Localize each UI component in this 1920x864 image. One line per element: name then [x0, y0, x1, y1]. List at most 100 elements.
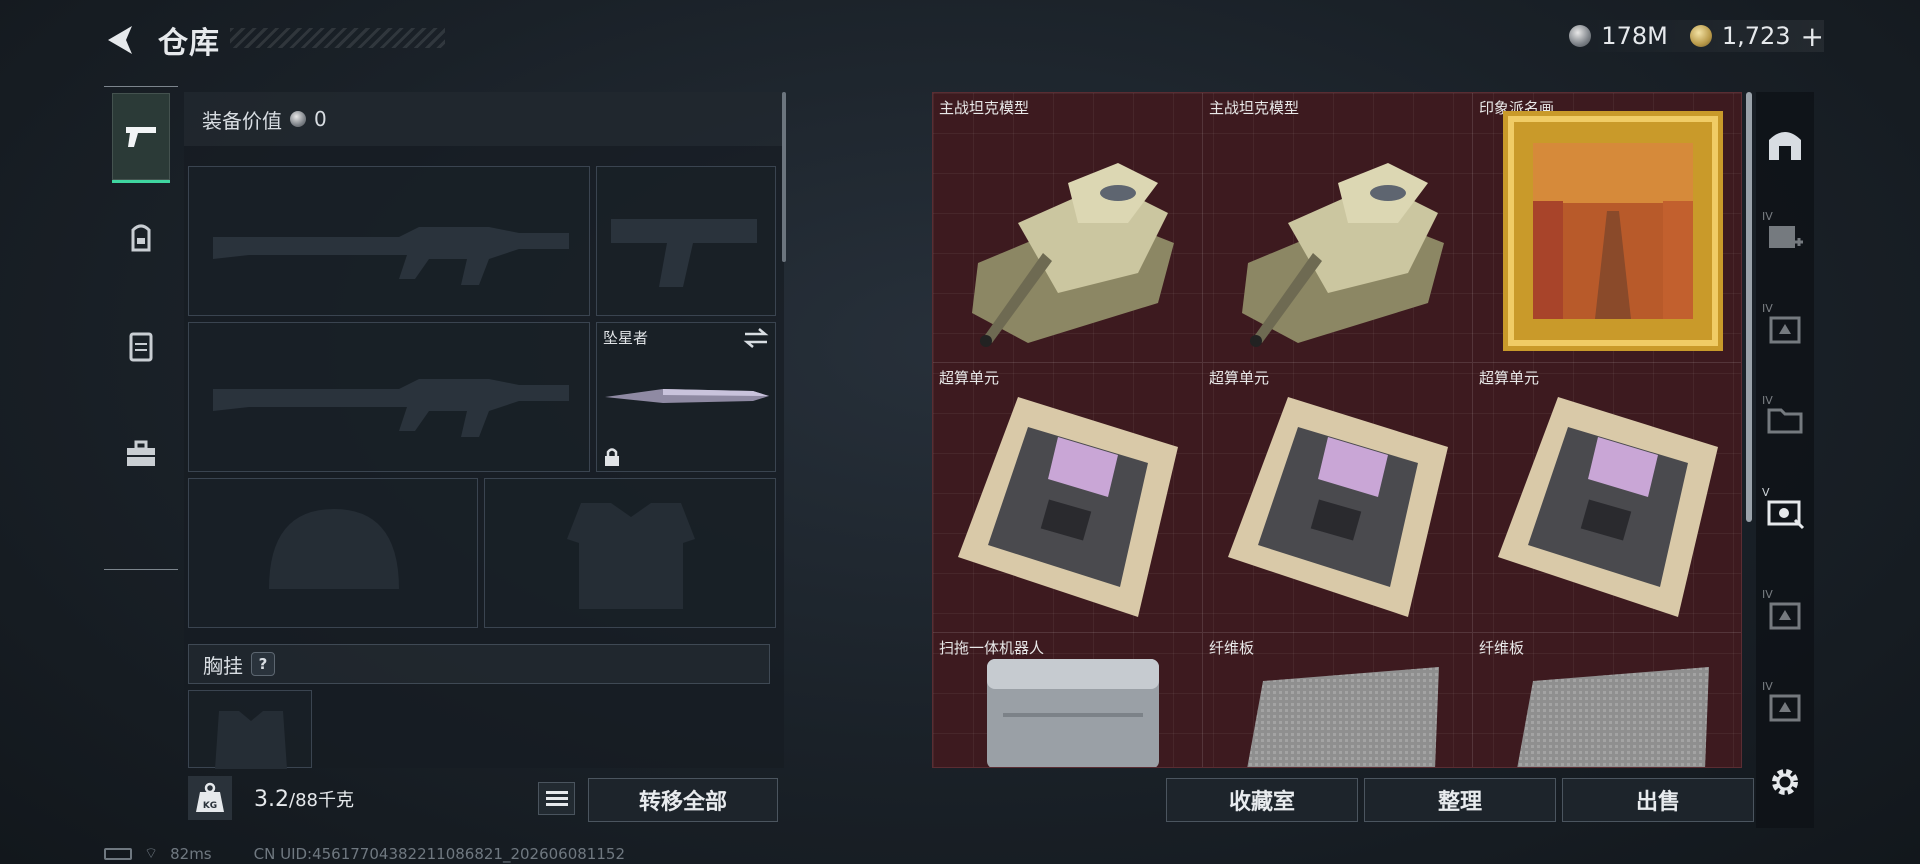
- tank-model-icon: [972, 163, 1174, 347]
- grid-item[interactable]: 主战坦克模型: [1203, 93, 1473, 363]
- grid-item[interactable]: 印象派名画: [1473, 93, 1741, 363]
- sidebar-item-tier-iv-5[interactable]: IV: [1760, 676, 1810, 736]
- storage-grid[interactable]: 主战坦克模型 主战坦克模型 印象派名画 超算单元 超算单元 超算单元 扫拖一体机…: [932, 92, 1742, 768]
- sell-button[interactable]: 出售: [1562, 778, 1754, 822]
- tier-label: IV: [1762, 302, 1773, 315]
- pistol-slot[interactable]: [596, 166, 776, 316]
- chest-rig-header: 胸挂 ?: [188, 644, 770, 684]
- silver-coin-icon: [1569, 25, 1592, 47]
- equipment-value: 0: [314, 107, 327, 131]
- swap-icon[interactable]: [743, 327, 769, 349]
- armor-silhouette-icon: [567, 503, 695, 609]
- gold-amount: 1,723: [1721, 22, 1791, 50]
- lock-icon: [605, 448, 619, 466]
- title-decoration: [230, 28, 445, 48]
- equipment-value-bar: 装备价值 0: [184, 92, 784, 146]
- back-arrow-icon[interactable]: [102, 22, 138, 58]
- item-label: 纤维板: [1209, 639, 1255, 657]
- gold-coin-icon: [1689, 25, 1712, 47]
- list-icon: [545, 791, 568, 794]
- melee-name: 坠星者: [603, 329, 649, 347]
- item-label: 超算单元: [1209, 369, 1270, 387]
- sidebar-item-all[interactable]: [1760, 114, 1810, 174]
- chest-rig-icon: [129, 332, 153, 362]
- box-plus-icon: [1769, 226, 1803, 248]
- weight-icon-text: KG: [203, 801, 217, 811]
- organize-button[interactable]: 整理: [1364, 778, 1556, 822]
- weight-readout: 3.2/88千克: [254, 786, 354, 812]
- grid-item[interactable]: 超算单元: [933, 363, 1203, 633]
- backpack-small-icon: [1769, 316, 1801, 344]
- list-view-button[interactable]: [538, 782, 575, 815]
- tab-vest[interactable]: [112, 301, 170, 391]
- add-currency-button[interactable]: +: [1801, 20, 1824, 53]
- chest-rig-slot[interactable]: [188, 690, 312, 769]
- gear-box-icon: [1767, 500, 1805, 530]
- grid-item[interactable]: 纤维板: [1203, 633, 1473, 767]
- help-icon[interactable]: ?: [251, 652, 275, 676]
- weight-icon: KG: [188, 776, 232, 820]
- backpack-icon: [131, 224, 151, 252]
- item-label: 主战坦克模型: [1209, 99, 1300, 117]
- loadout-scrollbar[interactable]: [782, 92, 786, 262]
- sidebar-item-tier-iv-3[interactable]: IV: [1760, 390, 1810, 450]
- battery-icon: [104, 847, 132, 860]
- pistol-icon: [126, 126, 156, 147]
- sidebar-item-tier-iv-4[interactable]: IV: [1760, 584, 1810, 644]
- storage-scrollbar[interactable]: [1746, 92, 1752, 522]
- painting-icon: [1503, 111, 1723, 351]
- grid-item[interactable]: 扫拖一体机器人: [933, 633, 1203, 767]
- grid-item[interactable]: 主战坦克模型: [933, 93, 1203, 363]
- sidebar-item-tier-iv-1[interactable]: IV: [1760, 206, 1810, 266]
- category-tabs: [104, 86, 178, 570]
- item-label: 主战坦克模型: [939, 99, 1030, 117]
- item-label: 纤维板: [1479, 639, 1525, 657]
- rifle-silhouette-icon: [213, 227, 569, 285]
- pack-icon: [1769, 602, 1801, 630]
- silver-coin-icon: [290, 111, 306, 127]
- tier-label: IV: [1762, 210, 1773, 223]
- currency-bar: 178M 1,723 +: [1569, 20, 1824, 53]
- tier-label: V: [1762, 486, 1770, 499]
- item-label: 超算单元: [1479, 369, 1540, 387]
- knife-icon: [605, 389, 769, 403]
- armor-slot[interactable]: [484, 478, 776, 628]
- collection-room-button[interactable]: 收藏室: [1166, 778, 1358, 822]
- ping-text: 82ms: [170, 844, 212, 863]
- sidebar-item-tier-v[interactable]: V: [1760, 482, 1810, 542]
- gear-icon: [1772, 769, 1798, 795]
- storage-category-sidebar: IV IV IV V IV IV: [1756, 92, 1814, 828]
- grid-item[interactable]: 超算单元: [1473, 363, 1741, 633]
- uid-text: CN UID:45617704382211086821_202606081152: [253, 844, 625, 863]
- secondary-weapon-slot[interactable]: [188, 322, 590, 472]
- grid-item[interactable]: 纤维板: [1473, 633, 1741, 767]
- tab-weapons[interactable]: [112, 93, 170, 183]
- transfer-all-button[interactable]: 转移全部: [588, 778, 778, 822]
- tab-backpack[interactable]: [112, 193, 170, 283]
- sidebar-item-tier-iv-2[interactable]: IV: [1760, 298, 1810, 358]
- pistol-silhouette-icon: [611, 219, 757, 287]
- settings-button[interactable]: [1760, 752, 1810, 812]
- rifle-silhouette-icon: [213, 379, 569, 437]
- page-title: 仓库: [158, 26, 220, 61]
- folder-icon: [1767, 408, 1803, 434]
- silver-amount: 178M: [1601, 22, 1668, 50]
- primary-weapon-slot[interactable]: [188, 166, 590, 316]
- tier-label: IV: [1762, 680, 1773, 693]
- robot-vacuum-icon: [987, 659, 1159, 767]
- grid-item[interactable]: 超算单元: [1203, 363, 1473, 633]
- fiberboard-icon: [1247, 667, 1439, 767]
- tab-case[interactable]: [112, 409, 170, 499]
- weight-capacity: /88千克: [289, 790, 354, 811]
- compute-board-icon: [958, 397, 1178, 617]
- chest-rig-label: 胸挂: [203, 653, 243, 678]
- compute-board-icon: [1498, 397, 1718, 617]
- chest-rig-silhouette-icon: [215, 711, 287, 769]
- melee-slot[interactable]: 坠星者: [596, 322, 776, 472]
- helmet-slot[interactable]: [188, 478, 478, 628]
- briefcase-icon: [127, 440, 155, 466]
- weight-current: 3.2: [254, 787, 289, 812]
- loadout-panel: 装备价值 0 坠星者 胸挂 ?: [184, 92, 784, 769]
- vault-icon: [1769, 132, 1801, 160]
- tier-label: IV: [1762, 394, 1773, 407]
